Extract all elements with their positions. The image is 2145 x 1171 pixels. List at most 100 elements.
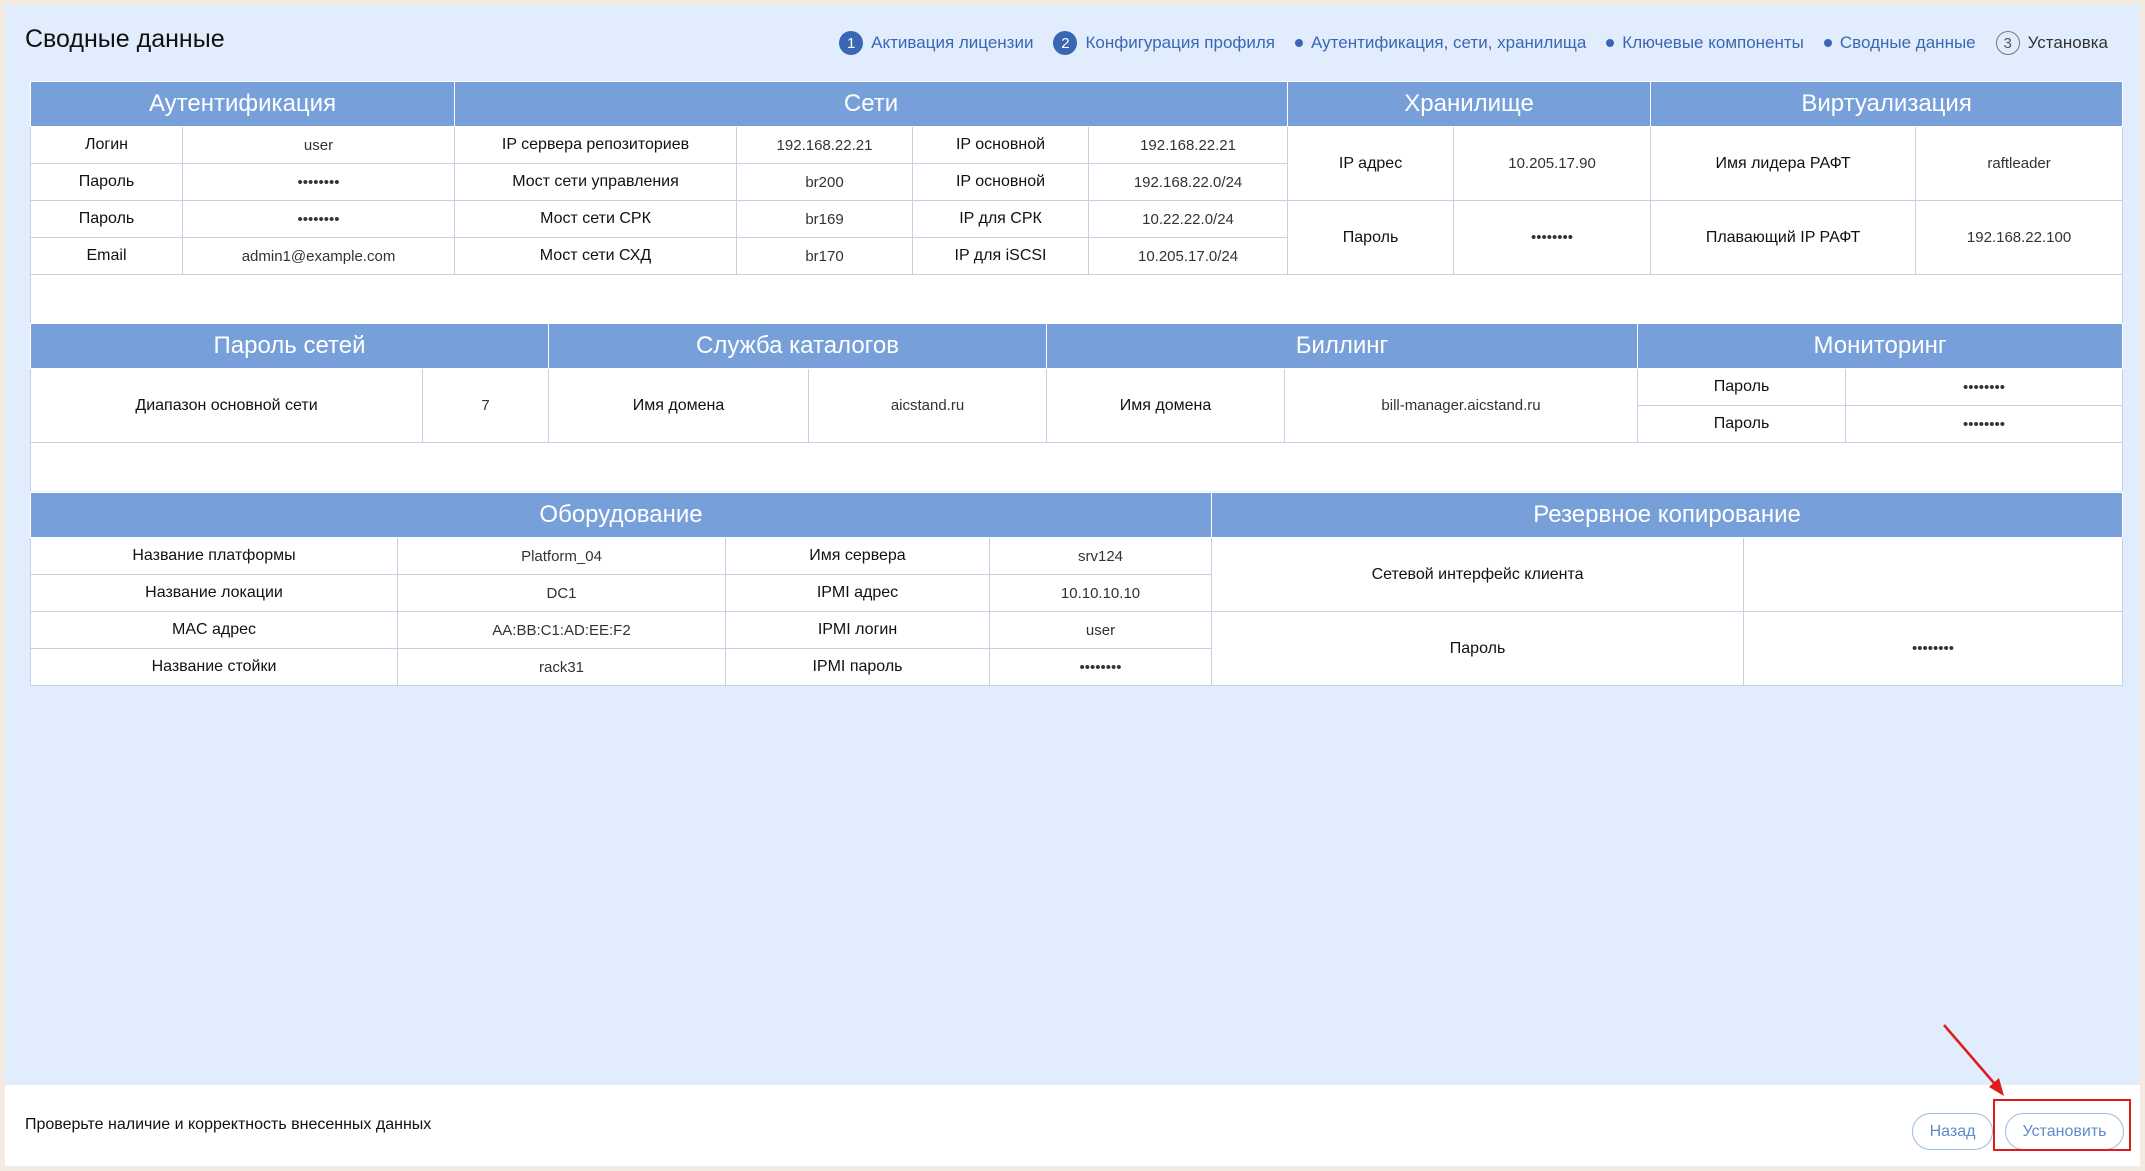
raft-leader-value: raftleader [1915,126,2124,201]
back-button[interactable]: Назад [1912,1113,1993,1150]
step-label: Ключевые компоненты [1622,33,1804,52]
billing-domain-label: Имя домена [1046,368,1286,443]
summary-table-main: Аутентификация Сети Хранилище Виртуализа… [29,81,2124,323]
shd-bridge-value: br170 [736,237,914,275]
section-header-backup: Резервное копирование [1211,492,2124,538]
summary-table-services: Пароль сетей Служба каталогов Биллинг Мо… [29,323,2124,491]
step-number-badge: 1 [839,31,864,55]
raft-leader-label: Имя лидера РАФТ [1650,126,1917,201]
mgmt-bridge-label: Мост сети управления [454,163,738,201]
repo-ip-value: 192.168.22.21 [736,126,914,164]
monitoring-password-value: •••••••• [1845,405,2124,443]
summary-table-hardware: Оборудование Резервное копирование Назва… [29,492,2124,686]
auth-password-label: Пароль [30,200,183,238]
monitoring-password-value: •••••••• [1845,368,2124,406]
storage-ip-value: 10.205.17.90 [1453,126,1652,201]
mac-address-label: MAC адрес [30,611,398,649]
step-label: Активация лицензии [871,33,1034,52]
mgmt-bridge-value: br200 [736,163,914,201]
step-profile[interactable]: 2 Конфигурация профиля [1053,31,1275,55]
table-row: Название платформы Platform_04 Имя серве… [30,537,2124,612]
primary-ip-label: IP основной [912,163,1090,201]
arrow-icon [1943,1024,2004,1096]
step-summary[interactable]: Сводные данные [1823,33,1976,53]
step-key-components[interactable]: Ключевые компоненты [1606,33,1804,53]
net-range-label: Диапазон основной сети [30,368,423,443]
section-header-hardware: Оборудование [29,492,1213,538]
ipmi-password-value: •••••••• [988,648,1213,686]
auth-login-label: Логин [30,126,183,164]
srk-bridge-label: Мост сети СРК [454,200,738,238]
step-number-badge: 2 [1053,31,1078,55]
server-name-value: srv124 [988,537,1213,575]
catalog-domain-value: aicstand.ru [807,368,1048,443]
page-title: Сводные данные [25,25,225,53]
auth-password-value: •••••••• [181,163,456,201]
location-name-label: Название локации [30,574,398,612]
table-row: Логин user IP сервера репозиториев 192.1… [30,126,2124,201]
table-row: MAC адрес AA:BB:C1:AD:EE:F2 IPMI логин u… [30,611,2124,686]
auth-email-value: admin1@example.com [181,237,456,275]
highlight-box [1993,1099,2131,1151]
primary-ip-label: IP основной [912,126,1090,164]
app-window: Сводные данные 1 Активация лицензии 2 Ко… [5,5,2140,1166]
auth-password-label: Пароль [30,163,183,201]
storage-password-value: •••••••• [1453,200,1652,275]
raft-floating-ip-value: 192.168.22.100 [1915,200,2124,275]
section-header-networks: Сети [454,81,1289,127]
monitoring-password-label: Пароль [1637,368,1847,406]
step-installation: 3 Установка [1995,31,2108,55]
primary-ip-value: 192.168.22.21 [1088,126,1289,164]
step-label: Аутентификация, сети, хранилища [1311,33,1587,52]
srk-bridge-value: br169 [736,200,914,238]
section-header-auth: Аутентификация [29,81,456,127]
mac-address-value: AA:BB:C1:AD:EE:F2 [397,611,726,649]
auth-email-label: Email [30,237,183,275]
ipmi-password-label: IPMI пароль [725,648,990,686]
ipmi-login-value: user [988,611,1213,649]
auth-password-value: •••••••• [181,200,456,238]
server-name-label: Имя сервера [725,537,990,575]
step-dot-icon [1606,39,1615,47]
table-spacer [29,442,2124,491]
iscsi-ip-label: IP для iSCSI [912,237,1090,275]
footer-message: Проверьте наличие и корректность внесенн… [25,1116,432,1133]
repo-ip-label: IP сервера репозиториев [454,126,738,164]
platform-name-value: Platform_04 [397,537,726,575]
rack-name-value: rack31 [397,648,726,686]
shd-bridge-label: Мост сети СХД [454,237,738,275]
raft-floating-ip-label: Плавающий IP РАФТ [1650,200,1917,275]
monitoring-password-label: Пароль [1637,405,1847,443]
storage-ip-label: IP адрес [1287,126,1455,201]
section-header-catalog: Служба каталогов [547,323,1048,369]
section-header-virtualization: Виртуализация [1650,81,2124,127]
step-dot-icon [1823,39,1832,47]
primary-subnet-value: 192.168.22.0/24 [1088,163,1289,201]
catalog-domain-label: Имя домена [548,368,809,443]
auth-login-value: user [181,126,456,164]
step-dot-icon [1295,39,1304,47]
step-license[interactable]: 1 Активация лицензии [839,31,1033,55]
section-header-net-password: Пароль сетей [30,323,549,369]
table-row: Пароль •••••••• Мост сети СРК br169 IP д… [30,200,2124,275]
billing-domain-value: bill-manager.aicstand.ru [1284,368,1639,443]
table-spacer [29,274,2124,323]
storage-password-label: Пароль [1287,200,1455,275]
ipmi-address-value: 10.10.10.10 [988,574,1213,612]
rack-name-label: Название стойки [30,648,398,686]
table-row: Диапазон основной сети 7 Имя домена aics… [30,368,2124,443]
client-interface-label: Сетевой интерфейс клиента [1211,537,1745,612]
step-label: Установка [2027,33,2108,52]
ipmi-login-label: IPMI логин [725,611,990,649]
platform-name-label: Название платформы [30,537,398,575]
net-range-value: 7 [422,368,549,443]
stepper: 1 Активация лицензии 2 Конфигурация проф… [839,31,2108,55]
srk-ip-label: IP для СРК [912,200,1090,238]
step-label: Конфигурация профиля [1085,33,1276,52]
section-header-storage: Хранилище [1287,81,1652,127]
section-header-billing: Биллинг [1046,323,1639,369]
footer-bar: Проверьте наличие и корректность внесенн… [5,1085,2140,1166]
iscsi-ip-value: 10.205.17.0/24 [1088,237,1289,275]
srk-ip-value: 10.22.22.0/24 [1088,200,1289,238]
step-auth-networks[interactable]: Аутентификация, сети, хранилища [1295,33,1586,53]
